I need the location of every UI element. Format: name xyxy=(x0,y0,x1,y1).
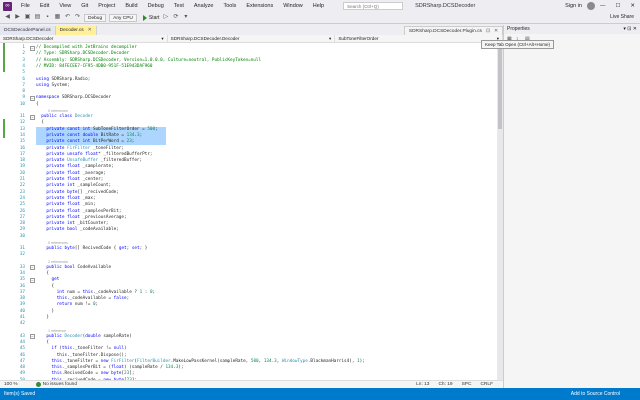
close-icon[interactable]: ✕ xyxy=(625,3,640,9)
visual-studio-logo-icon: ∞ xyxy=(3,1,12,11)
collapse-icon[interactable]: − xyxy=(30,114,35,120)
back-icon[interactable]: ◀ xyxy=(4,14,11,21)
menu-item-git[interactable]: Git xyxy=(76,3,93,9)
class-label: SDRSharp.DCSDecoder.Decoder xyxy=(170,36,240,41)
menu-item-analyze[interactable]: Analyze xyxy=(189,3,219,9)
collapse-icon[interactable]: − xyxy=(30,334,35,340)
check-icon xyxy=(35,382,41,387)
editor-status-bar: 100 % No issues found Ln: 13 Ch: 19 SPC … xyxy=(0,380,503,388)
redo-icon[interactable]: ↷ xyxy=(74,14,81,21)
status-bar: Item(s) Saved Add to Source Control xyxy=(0,388,640,400)
close-tab-icon[interactable]: ✕ xyxy=(88,26,92,35)
line-number-label: 30 xyxy=(19,233,25,239)
line-number-label: 32 xyxy=(19,252,25,258)
start-label: Start xyxy=(148,14,160,21)
hot-reload-icon[interactable]: ⟳ xyxy=(172,14,179,21)
menu-bar: File Edit View Git Project Build Debug Test Anal… xyxy=(16,3,329,9)
whitespace-mode[interactable]: SPC xyxy=(462,382,472,387)
chevron-down-icon: ▾ xyxy=(161,36,164,41)
menu-item-view[interactable]: View xyxy=(54,3,76,9)
line-number: Ln: 13 xyxy=(416,382,430,387)
configuration-dropdown[interactable]: Debug xyxy=(84,13,107,22)
menu-item-project[interactable]: Project xyxy=(93,3,120,9)
save-all-icon[interactable]: ▦ xyxy=(54,14,61,21)
signin-link[interactable]: Sign in xyxy=(560,3,587,9)
issues-label: No issues found xyxy=(42,382,78,387)
project-dropdown[interactable]: SDRSharp.DCSDecoder ▾ xyxy=(0,35,168,42)
menu-item-edit[interactable]: Edit xyxy=(35,3,54,9)
add-to-source-control-button[interactable]: Add to Source Control xyxy=(571,391,640,397)
collapse-icon[interactable]: − xyxy=(30,277,35,283)
pin-icon[interactable]: ▾ ⊡ ✕ xyxy=(623,25,637,34)
live-share-button[interactable]: Live Share xyxy=(610,14,634,20)
menu-item-window[interactable]: Window xyxy=(278,3,308,9)
menu-item-debug[interactable]: Debug xyxy=(143,3,169,9)
status-message: Item(s) Saved xyxy=(4,391,36,397)
play-icon xyxy=(142,14,147,21)
start-button[interactable]: Start xyxy=(142,14,160,21)
codelens-references[interactable]: 1 reference xyxy=(48,328,66,334)
member-label: SubToneFilterOrder xyxy=(338,36,379,41)
menu-item-file[interactable]: File xyxy=(16,3,35,9)
code-text: { xyxy=(36,101,39,107)
close-tab-icon[interactable]: ✕ xyxy=(494,27,498,35)
open-icon[interactable]: ▤ xyxy=(34,14,41,21)
undo-icon[interactable]: ↶ xyxy=(64,14,71,21)
properties-panel: Properties ▾ ⊡ ✕ ▦ ↕ ▤ xyxy=(503,25,640,388)
window-controls: Sign in — ☐ ✕ xyxy=(560,0,640,12)
class-dropdown[interactable]: SDRSharp.DCSDecoder.Decoder ▾ xyxy=(168,35,336,42)
navigation-bar: SDRSharp.DCSDecoder ▾ SDRSharp.DCSDecoder… xyxy=(0,35,504,43)
codelens-references[interactable]: 2 references xyxy=(48,259,68,265)
line-ending[interactable]: CRLF xyxy=(480,382,493,387)
attach-icon[interactable]: ▷ xyxy=(162,14,169,21)
minimize-icon[interactable]: — xyxy=(595,3,611,9)
column-number: Ch: 19 xyxy=(438,382,453,387)
document-tabs: DCSDecoderPanel.cs Decoder.cs ✕ SDRSharp… xyxy=(0,25,503,35)
maximize-icon[interactable]: ☐ xyxy=(610,3,625,9)
zoom-level[interactable]: 100 % xyxy=(0,382,22,387)
keep-open-icon[interactable]: ⊡ xyxy=(486,27,490,35)
issues-indicator[interactable]: No issues found xyxy=(35,382,78,387)
codelens-references[interactable]: 0 references xyxy=(48,108,68,114)
line-number-label: 42 xyxy=(19,321,25,327)
menu-item-tools[interactable]: Tools xyxy=(218,3,241,9)
collapse-icon[interactable]: − xyxy=(30,95,35,101)
project-label: SDRSharp.DCSDecoder xyxy=(3,36,54,41)
tab-decoder[interactable]: Decoder.cs ✕ xyxy=(55,26,97,35)
code-line[interactable]: 30 xyxy=(0,234,503,240)
chevron-down-icon: ▾ xyxy=(329,36,332,41)
collapse-icon[interactable]: − xyxy=(30,45,35,51)
collapse-icon[interactable]: − xyxy=(30,265,35,271)
code-line[interactable]: 42 xyxy=(0,321,503,327)
properties-header: Properties ▾ ⊡ ✕ xyxy=(504,25,640,34)
tooltip: Keep Tab Open (Ctrl+Alt+Home) xyxy=(481,40,554,49)
code-editor[interactable]: 1−// Decompiled with JetBrains decompile… xyxy=(0,43,503,380)
menu-item-help[interactable]: Help xyxy=(308,3,329,9)
tab-dcsdecoderpanel[interactable]: DCSDecoderPanel.cs xyxy=(0,26,56,35)
code-line[interactable]: 32 xyxy=(0,252,503,258)
tab-plugin-preview[interactable]: SDRSharp.DCSDecoder.Plugin.cs ⊡ ✕ xyxy=(403,26,503,35)
properties-title: Properties xyxy=(507,26,530,32)
menu-item-test[interactable]: Test xyxy=(169,3,189,9)
new-project-icon[interactable]: ▣ xyxy=(24,14,31,21)
tab-label: DCSDecoderPanel.cs xyxy=(4,28,51,33)
scrollbar-thumb[interactable] xyxy=(498,49,502,129)
member-dropdown[interactable]: SubToneFilterOrder ▾ xyxy=(335,35,504,42)
menu-item-build[interactable]: Build xyxy=(120,3,142,9)
tab-label: Decoder.cs xyxy=(59,28,84,33)
toolbar: ◀ ▶ ▣ ▤ ▪ ▦ ↶ ↷ Debug Any CPU Start ▷ ⟳ … xyxy=(0,12,640,24)
forward-icon[interactable]: ▶ xyxy=(14,14,21,21)
line-number-label: 10 xyxy=(19,101,25,107)
search-input[interactable]: Search (Ctrl+Q) xyxy=(343,2,404,10)
code-line[interactable]: 10 { xyxy=(0,102,503,108)
save-icon[interactable]: ▪ xyxy=(44,14,51,21)
codelens-references[interactable]: 0 references xyxy=(48,240,68,246)
tab-label: SDRSharp.DCSDecoder.Plugin.cs xyxy=(408,29,482,34)
avatar[interactable] xyxy=(586,2,595,10)
platform-dropdown[interactable]: Any CPU xyxy=(109,13,137,22)
solution-name: SDRSharp.DCSDecoder xyxy=(415,3,476,9)
title-bar: ∞ File Edit View Git Project Build Debug Test An… xyxy=(0,0,640,12)
toolbar-options-icon[interactable]: ▾ xyxy=(182,14,189,21)
menu-item-extensions[interactable]: Extensions xyxy=(241,3,278,9)
